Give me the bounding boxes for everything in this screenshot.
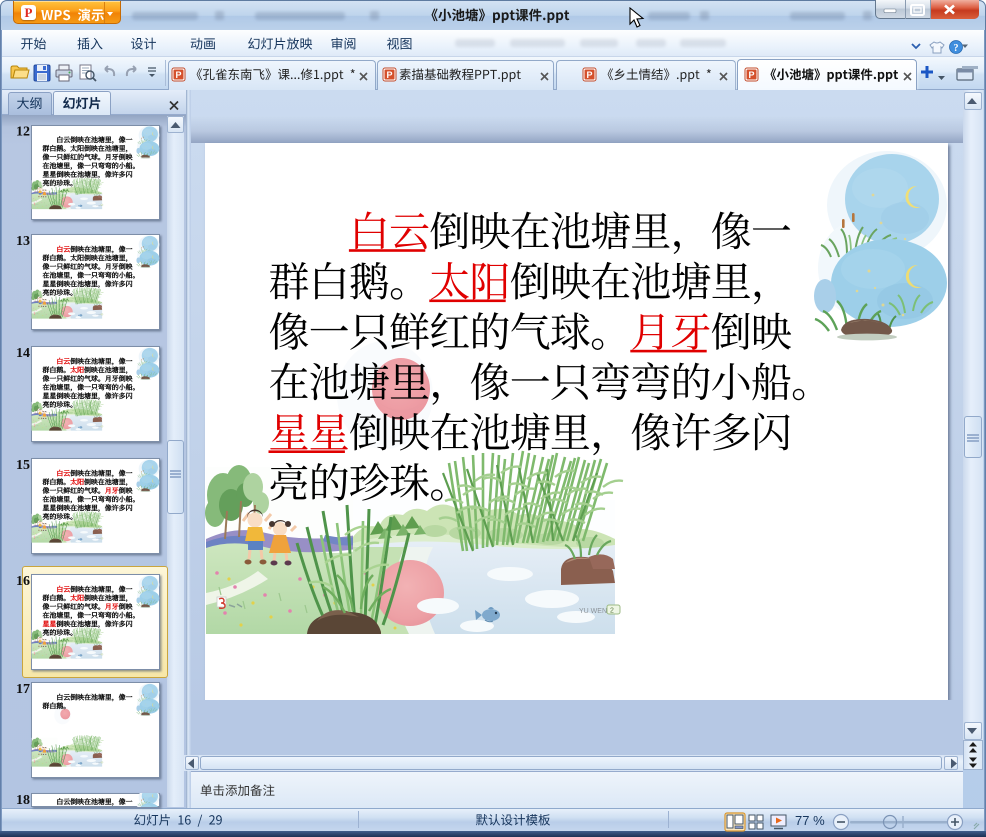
svg-text:16: 16 (16, 574, 30, 589)
svg-text:?: ? (954, 43, 959, 54)
svg-text:P: P (586, 70, 592, 80)
svg-text:14: 14 (16, 346, 30, 361)
svg-text:P: P (748, 70, 754, 80)
svg-text:12: 12 (16, 125, 30, 140)
svg-text:P: P (386, 70, 392, 80)
svg-text:P: P (175, 70, 181, 80)
svg-text:17: 17 (16, 682, 30, 697)
svg-text:13: 13 (16, 234, 30, 249)
svg-text:77 %: 77 % (795, 813, 825, 828)
svg-text:15: 15 (16, 458, 30, 473)
svg-text:18: 18 (16, 793, 30, 808)
